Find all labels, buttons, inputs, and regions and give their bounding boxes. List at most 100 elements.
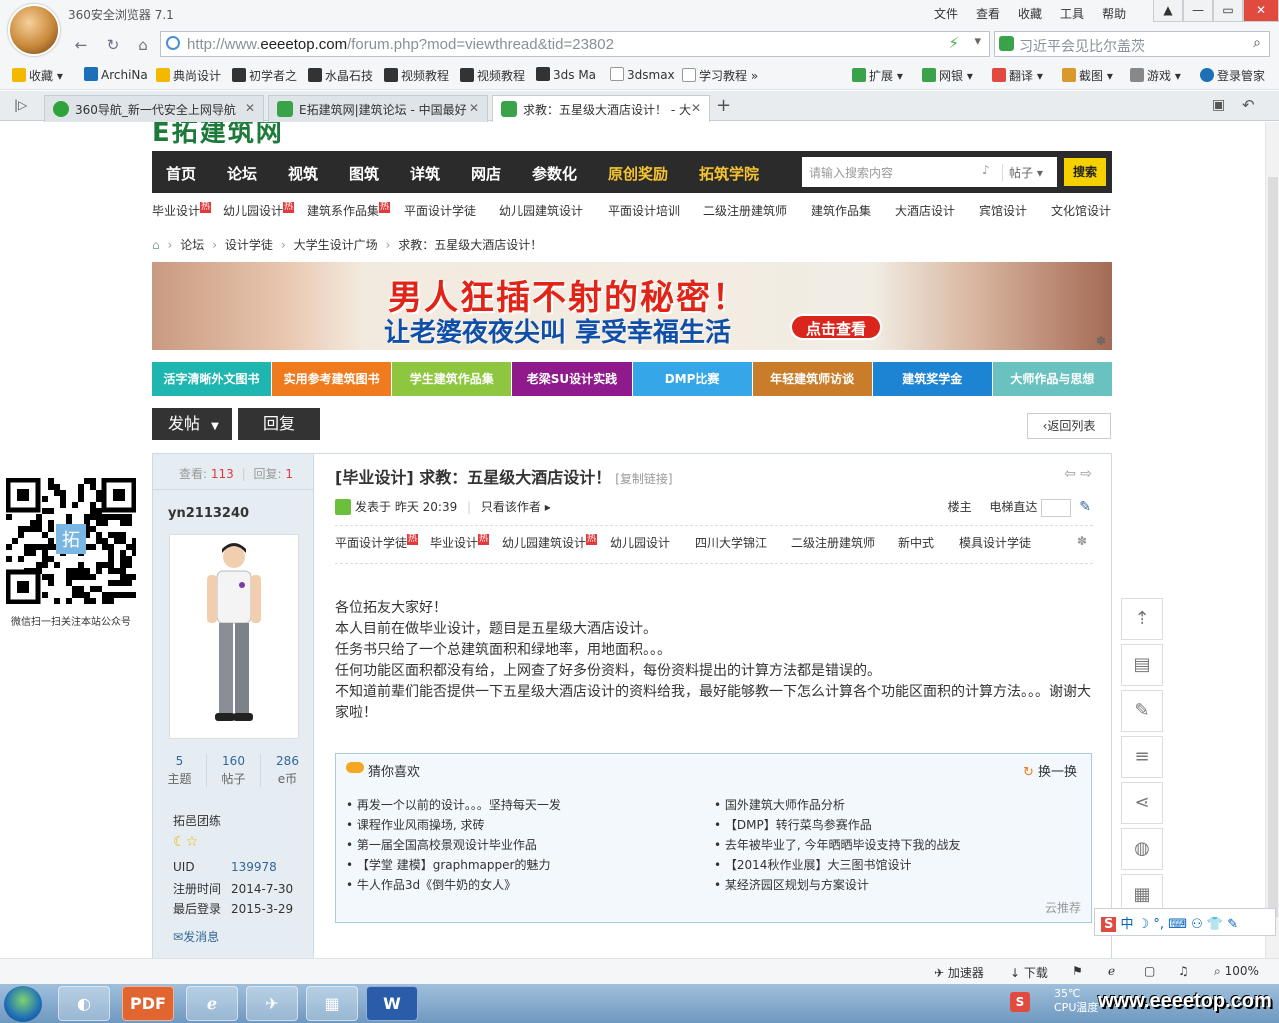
reply-button[interactable]: 回复 xyxy=(238,408,320,440)
ad-banner[interactable]: 男人狂插不射的秘密！ 让老婆夜夜尖叫 享受幸福生活 点击查看 ✽ xyxy=(152,262,1112,350)
category-student-portfolios[interactable]: 学生建筑作品集 xyxy=(392,362,512,396)
tool-games[interactable]: 游戏 ▾ xyxy=(1130,67,1181,84)
nav-details[interactable]: 详筑 xyxy=(410,163,440,184)
author-stat-posts[interactable]: 160 帖子 xyxy=(207,754,261,787)
close-tab-icon[interactable]: ✕ xyxy=(691,101,701,115)
search-engine-icon[interactable] xyxy=(999,36,1014,51)
address-input[interactable]: http://www.eeeetop.com/forum.php?mod=vie… xyxy=(160,31,990,57)
recommend-item[interactable]: • 去年被毕业了, 今年晒晒毕设支持下我的战友 xyxy=(714,836,961,853)
tag-item[interactable]: 毕业设计热 xyxy=(430,534,490,551)
search-icon[interactable]: ⌕ xyxy=(1253,35,1261,51)
plane-app-icon[interactable]: ✈ xyxy=(246,986,298,1021)
nav-video[interactable]: 视筑 xyxy=(288,163,318,184)
recommend-refresh-button[interactable]: ↻ 换一换 xyxy=(1023,761,1077,780)
copy-link-button[interactable]: [复制链接] xyxy=(615,472,672,486)
document-icon[interactable]: ▤ xyxy=(1121,644,1163,686)
user-group[interactable]: 拓邑团练 xyxy=(173,812,221,829)
bookmark-item[interactable]: 视频教程 xyxy=(460,67,525,84)
author-stat-coins[interactable]: 286 e币 xyxy=(261,754,314,787)
browser-app-icon[interactable]: ℯ xyxy=(186,986,238,1021)
breadcrumb-student-square[interactable]: 大学生设计广场 xyxy=(294,238,378,252)
tag-item[interactable]: 新中式 xyxy=(898,534,934,551)
window-icon[interactable]: ▢ xyxy=(1144,964,1155,978)
ime-toolbar[interactable]: S 中 ☽ °, ⌨ ⚇ 👕 ✎ xyxy=(1094,908,1276,936)
subnav-item[interactable]: 大酒店设计 xyxy=(895,202,955,219)
microphone-icon[interactable]: ♪ xyxy=(982,163,990,177)
recommend-item[interactable]: • 再发一个以前的设计。。。坚持每天一发 xyxy=(346,796,561,813)
subnav-item[interactable]: 建筑作品集 xyxy=(811,202,871,219)
subnav-item[interactable]: 平面设计学徒 xyxy=(404,202,476,219)
tag-item[interactable]: 幼儿园建筑设计热 xyxy=(502,534,598,551)
tool-screenshot[interactable]: 截图 ▾ xyxy=(1062,67,1113,84)
ad-cta-button[interactable]: 点击查看 xyxy=(790,314,882,340)
tab-eeeetop-home[interactable]: E拓建筑网|建筑论坛 - 中国最好 ✕ xyxy=(268,95,488,122)
site-search-button[interactable]: 搜索 xyxy=(1064,158,1106,186)
next-thread-icon[interactable]: ⇨ xyxy=(1080,466,1092,482)
nav-drawings[interactable]: 图筑 xyxy=(349,163,379,184)
breadcrumb-design-apprentice[interactable]: 设计学徒 xyxy=(225,238,273,252)
category-scholarship[interactable]: 建筑奖学金 xyxy=(872,362,992,396)
more-icon[interactable]: » xyxy=(751,69,758,83)
tag-item[interactable]: 四川大学锦江 xyxy=(695,534,767,551)
tab-thread[interactable]: 求教：五星级大酒店设计！ - 大 ✕ xyxy=(492,95,710,123)
tab-list-icon[interactable]: ▣ xyxy=(1212,97,1225,113)
nav-forum[interactable]: 论坛 xyxy=(227,163,257,184)
word-app-icon[interactable]: W xyxy=(366,986,418,1021)
bookmark-item[interactable]: 3ds Ma xyxy=(536,67,596,82)
recommend-item[interactable]: • 牛人作品3d《倒牛奶的女人》 xyxy=(346,876,516,893)
bookmark-item[interactable]: 初学者之 xyxy=(232,67,297,84)
refresh-icon[interactable]: ↻ xyxy=(102,34,124,56)
category-reference-books[interactable]: 实用参考建筑图书 xyxy=(272,362,392,396)
subnav-item[interactable]: 幼儿园设计热 xyxy=(223,202,295,219)
edit-icon[interactable]: ✎ xyxy=(1121,690,1163,732)
bookmark-item[interactable]: 3dsmax xyxy=(610,67,675,82)
tag-item[interactable]: 模具设计学徒 xyxy=(959,534,1031,551)
category-young-architects[interactable]: 年轻建筑师访谈 xyxy=(752,362,872,396)
close-tab-icon[interactable]: ✕ xyxy=(469,101,479,115)
recommend-item[interactable]: • 课程作业风雨操场, 求砖 xyxy=(346,816,485,833)
bookmark-item[interactable]: 视频教程 xyxy=(384,67,449,84)
nav-academy[interactable]: 拓筑学院 xyxy=(699,163,759,184)
author-stat-topics[interactable]: 5 主题 xyxy=(153,754,207,787)
tool-ebank[interactable]: 网银 ▾ xyxy=(922,67,973,84)
floor-jump-input[interactable] xyxy=(1041,498,1072,517)
minimize-button[interactable]: — xyxy=(1183,0,1213,22)
share-icon[interactable]: ⋖ xyxy=(1121,782,1163,824)
menu-item-favorites[interactable]: 收藏 xyxy=(1018,5,1042,22)
site-search-input[interactable]: 请输入搜索内容 ♪ 帖子 ▾ xyxy=(802,157,1057,187)
close-tab-icon[interactable]: ✕ xyxy=(245,101,255,115)
tool-login-manager[interactable]: 登录管家 xyxy=(1200,67,1265,84)
pin-icon[interactable]: ▲ xyxy=(1153,0,1183,22)
tab-360-nav[interactable]: 360导航_新一代安全上网导航 ✕ xyxy=(44,95,264,122)
sidebar-toggle-icon[interactable]: |▷ xyxy=(14,98,27,112)
undo-close-icon[interactable]: ↶ xyxy=(1242,96,1255,114)
back-icon[interactable]: ← xyxy=(70,34,92,56)
author-name[interactable]: yn2113240 xyxy=(168,506,249,521)
bookmark-item[interactable]: 学习教程 » xyxy=(682,67,758,84)
menu-item-file[interactable]: 文件 xyxy=(934,5,958,22)
prev-thread-icon[interactable]: ⇦ xyxy=(1064,466,1076,482)
recommend-item[interactable]: • 国外建筑大师作品分析 xyxy=(714,796,845,813)
list-icon[interactable]: ≡ xyxy=(1121,736,1163,778)
new-post-button[interactable]: 发帖 ▼ xyxy=(152,408,232,440)
category-masters[interactable]: 大师作品与思想 xyxy=(992,362,1112,396)
tag-item[interactable]: 平面设计学徒热 xyxy=(335,534,419,551)
folder-app-icon[interactable]: ▦ xyxy=(306,986,358,1021)
tag-item[interactable]: 幼儿园设计 xyxy=(610,534,670,551)
filter-icon[interactable]: ⚑ xyxy=(1072,964,1083,978)
recommend-item[interactable]: • 【DMP】转行菜鸟参赛作品 xyxy=(714,816,872,833)
author-only-link[interactable]: 只看该作者 ▸ xyxy=(481,500,551,514)
back-to-top-icon[interactable]: ⇡ xyxy=(1121,598,1163,640)
category-su-practice[interactable]: 老梁SU设计实践 xyxy=(512,362,632,396)
breadcrumb-forum[interactable]: 论坛 xyxy=(180,238,204,252)
browser-ie-icon[interactable]: ℯ xyxy=(1108,964,1115,978)
nav-parametric[interactable]: 参数化 xyxy=(532,163,577,184)
subnav-item[interactable]: 毕业设计热 xyxy=(152,202,212,219)
send-message-link[interactable]: ✉发消息 xyxy=(173,928,219,945)
lightning-icon[interactable]: ⚡ xyxy=(948,34,959,52)
vertical-scrollbar[interactable] xyxy=(1265,122,1279,958)
recommend-item[interactable]: • 第一届全国高校景观设计毕业作品 xyxy=(346,836,537,853)
uid-value[interactable]: 139978 xyxy=(231,860,277,874)
pen-icon[interactable]: ✎ xyxy=(1079,499,1091,515)
pdf-app-icon[interactable]: PDF xyxy=(122,986,174,1021)
